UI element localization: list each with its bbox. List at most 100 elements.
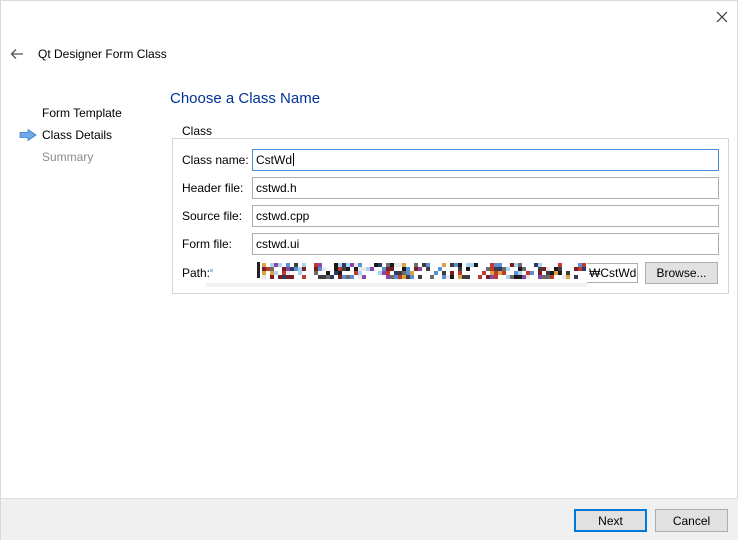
redaction-pixel [462, 275, 466, 279]
redaction-pixel [534, 263, 538, 267]
current-step-arrow-icon [19, 129, 37, 141]
redaction-pixel [490, 271, 494, 275]
redaction-pixel [358, 271, 362, 275]
wizard-title: Qt Designer Form Class [38, 47, 167, 61]
redaction-pixel [494, 263, 498, 267]
redaction-pixel [522, 267, 526, 271]
redaction-pixel [350, 263, 354, 267]
redaction-pixel [390, 267, 394, 271]
redaction-pixel [582, 267, 586, 271]
redaction-pixel [382, 267, 386, 271]
redaction-pixel [270, 267, 274, 271]
redaction-pixel [274, 263, 278, 267]
redaction-pixel [314, 263, 318, 267]
redaction-pixel [386, 263, 390, 267]
redaction-pixel [294, 263, 298, 267]
form-file-field[interactable]: cstwd.ui [252, 233, 719, 255]
redaction-pixel [426, 263, 430, 267]
redaction-pixel [494, 271, 498, 275]
redaction-pixel [546, 271, 550, 275]
redaction-pixel [550, 271, 554, 275]
redaction-pixel [430, 275, 434, 279]
browse-button[interactable]: Browse... [645, 262, 718, 284]
redaction-pixel [342, 267, 346, 271]
text-caret [293, 153, 294, 166]
redaction-pixel [334, 263, 338, 267]
redaction-pixel [454, 263, 458, 267]
redaction-pixel [338, 267, 342, 271]
redaction-pixel [270, 263, 274, 267]
class-name-value: CstWd [256, 153, 292, 167]
source-file-value: cstwd.cpp [256, 209, 310, 223]
cancel-button[interactable]: Cancel [655, 509, 728, 532]
redaction-pixel [546, 267, 550, 271]
class-name-field[interactable]: CstWd [252, 149, 719, 171]
redaction-pixel [386, 267, 390, 271]
header-file-label: Header file: [182, 181, 244, 195]
redaction-pixel [286, 275, 290, 279]
redaction-pixels [262, 263, 586, 279]
header-file-value: cstwd.h [256, 181, 297, 195]
redaction-pixel [402, 263, 406, 267]
next-button[interactable]: Next [574, 509, 647, 532]
redaction-pixel [414, 267, 418, 271]
path-field-redacted[interactable] [206, 259, 588, 287]
redaction-pixel [490, 267, 494, 271]
redaction-pixel [542, 275, 546, 279]
redaction-pixel [470, 263, 474, 267]
redaction-pixel [554, 267, 558, 271]
close-button[interactable] [709, 5, 735, 29]
back-button[interactable] [6, 44, 28, 64]
redaction-pixel [358, 263, 362, 267]
form-file-label: Form file: [182, 237, 233, 251]
wizard-dialog: Qt Designer Form Class Form Template Cla… [0, 0, 738, 540]
redaction-pixel [502, 267, 506, 271]
redaction-pixel [354, 271, 358, 275]
source-file-label: Source file: [182, 209, 243, 223]
step-form-template: Form Template [17, 105, 167, 127]
redaction-pixel [466, 267, 470, 271]
redaction-pixel [574, 275, 578, 279]
redaction-pixel [422, 263, 426, 267]
redaction-pixel [438, 267, 442, 271]
redaction-pixel [302, 275, 306, 279]
redaction-pixel [550, 275, 554, 279]
redaction-pixel [266, 267, 270, 271]
redaction-pixel [518, 267, 522, 271]
redaction-pixel [402, 267, 406, 271]
redaction-pixel [490, 263, 494, 267]
redaction-pixel [450, 263, 454, 267]
redaction-pixel [566, 271, 570, 275]
redaction-pixel [354, 275, 358, 279]
redaction-pixel [394, 275, 398, 279]
redaction-pixel [538, 275, 542, 279]
redaction-pixel [418, 275, 422, 279]
redaction-pixel [458, 271, 462, 275]
redaction-pixel [314, 271, 318, 275]
redaction-pixel [410, 275, 414, 279]
redaction-pixel [490, 275, 494, 279]
header-file-field[interactable]: cstwd.h [252, 177, 719, 199]
redaction-pixel [398, 271, 402, 275]
redaction-pixel [286, 267, 290, 271]
redaction-pixel [482, 267, 486, 271]
source-file-field[interactable]: cstwd.cpp [252, 205, 719, 227]
redaction-pixel [546, 275, 550, 279]
redaction-pixel [418, 267, 422, 271]
class-name-label: Class name: [182, 153, 249, 167]
redaction-pixel [294, 267, 298, 271]
path-field-suffix[interactable]: ₩CstWd [587, 263, 638, 283]
redaction-pixel [298, 271, 302, 275]
redaction-pixel [298, 267, 302, 271]
redaction-pixel [366, 267, 370, 271]
redaction-pixel [458, 267, 462, 271]
step-label: Summary [42, 150, 94, 164]
redaction-pixel [338, 271, 342, 275]
redaction-pixel [322, 267, 326, 271]
redaction-pixel [530, 271, 534, 275]
redaction-pixel [326, 271, 330, 275]
redaction-pixel [302, 263, 306, 267]
redaction-pixel [442, 271, 446, 275]
redaction-pixel [318, 263, 322, 267]
redaction-pixel [578, 267, 582, 271]
